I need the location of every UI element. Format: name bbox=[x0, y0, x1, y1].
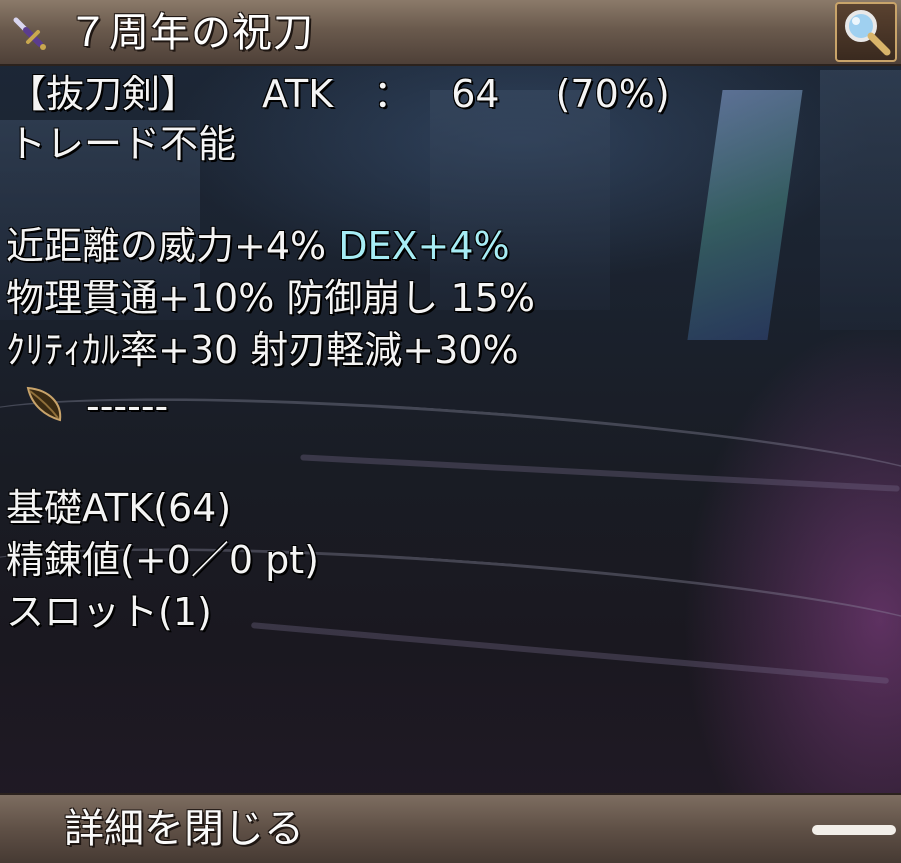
card-slot-text: ------ bbox=[86, 384, 169, 428]
refine-value: 精錬値(+0／0 pt) bbox=[6, 538, 319, 582]
weapon-type: 【抜刀剣】 bbox=[8, 72, 199, 116]
effect-line: ｸﾘﾃｨｶﾙ率+30 射刃軽減+30% bbox=[6, 326, 519, 374]
drag-handle[interactable] bbox=[812, 825, 896, 835]
background-building bbox=[820, 70, 901, 330]
item-title-bar: ７周年の祝刀 bbox=[0, 0, 901, 66]
atk-separator: ： bbox=[373, 72, 412, 116]
leaf-card-icon bbox=[22, 382, 66, 426]
magnifier-icon bbox=[845, 10, 891, 56]
item-name: ７周年の祝刀 bbox=[68, 10, 314, 56]
zoom-button[interactable] bbox=[835, 2, 897, 62]
close-details-label: 詳細を閉じる bbox=[64, 806, 304, 852]
effect-text: 物理貫通+10% 防御崩し 15% bbox=[6, 276, 535, 320]
effect-text: ｸﾘﾃｨｶﾙ率+30 射刃軽減+30% bbox=[6, 328, 519, 372]
weapon-stat-line: 【抜刀剣】 ATK ： 64 (70%) bbox=[8, 70, 670, 118]
atk-value: 64 bbox=[451, 72, 500, 116]
effect-text: 近距離の威力+4% bbox=[6, 224, 339, 268]
sword-icon bbox=[10, 14, 50, 54]
effect-highlight: DEX+4% bbox=[338, 224, 510, 268]
close-details-button[interactable]: 詳細を閉じる bbox=[0, 793, 901, 863]
trade-status: トレード不能 bbox=[8, 122, 237, 166]
atk-percent: (70%) bbox=[555, 72, 670, 116]
effect-line: 近距離の威力+4% DEX+4% bbox=[6, 222, 510, 270]
background-crystal bbox=[687, 90, 803, 340]
atk-label: ATK bbox=[262, 72, 334, 116]
effect-line: 物理貫通+10% 防御崩し 15% bbox=[6, 274, 535, 322]
base-atk: 基礎ATK(64) bbox=[6, 486, 232, 530]
slot-count: スロット(1) bbox=[6, 590, 212, 634]
